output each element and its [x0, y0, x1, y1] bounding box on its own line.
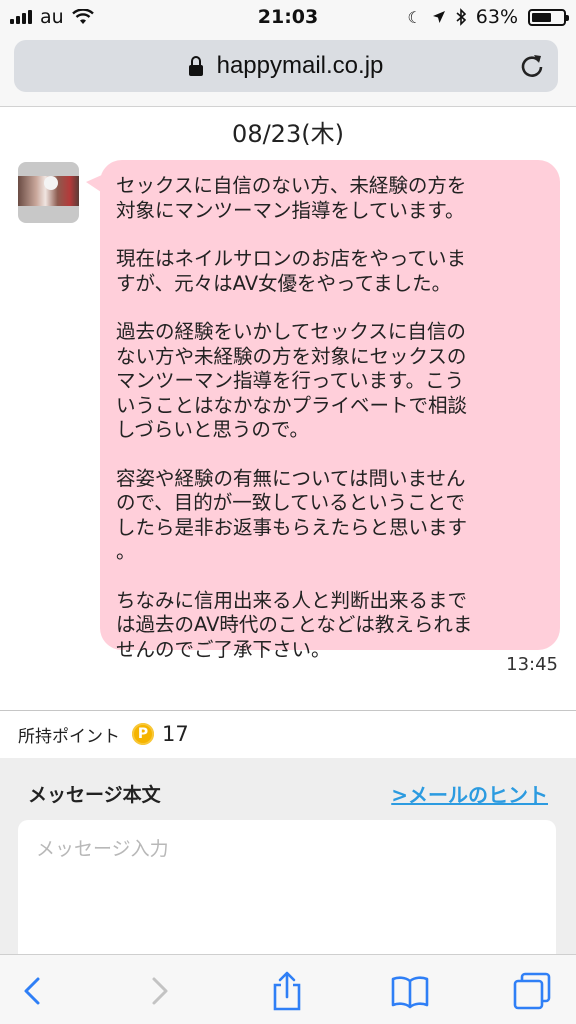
compose-title: メッセージ本文	[28, 784, 161, 806]
compose-area: メッセージ本文 >メールのヒント	[0, 758, 576, 970]
forward-icon[interactable]	[138, 971, 178, 1011]
message-paragraph: セックスに自信のない方、未経験の方を 対象にマンツーマン指導をしています。	[116, 174, 467, 222]
back-icon[interactable]	[14, 971, 54, 1011]
chat-date: 08/23(木)	[232, 120, 344, 148]
mail-hint-link[interactable]: >メールのヒント	[391, 779, 548, 808]
battery-percent: 63%	[475, 6, 518, 28]
address-bar[interactable]: happymail.co.jp	[14, 40, 558, 92]
battery-icon	[528, 8, 569, 26]
tabs-icon[interactable]	[512, 971, 552, 1011]
status-right: ☾ 63%	[407, 6, 569, 28]
moon-icon: ☾	[407, 7, 422, 27]
points-label: 所持ポイント	[18, 726, 120, 747]
reload-icon[interactable]	[518, 52, 546, 80]
point-coin-icon: P	[132, 723, 154, 745]
avatar[interactable]	[18, 162, 79, 223]
bluetooth-icon	[456, 8, 466, 26]
message-time: 13:45	[506, 654, 558, 675]
message-paragraph: 過去の経験をいかしてセックスに自信の ない方や未経験の方を対象にセックスの マン…	[116, 320, 468, 441]
points-value: 17	[162, 722, 189, 746]
status-bar: au 21:03 ☾ 63%	[0, 0, 576, 36]
message-paragraph: 容姿や経験の有無については問いません ので、目的が一致しているということで した…	[116, 466, 468, 564]
avatar-blur-mark	[44, 176, 58, 190]
bookmarks-icon[interactable]	[390, 971, 430, 1011]
message-input[interactable]	[18, 820, 556, 970]
lock-icon	[188, 55, 203, 76]
message-bubble: セックスに自信のない方、未経験の方を 対象にマンツーマン指導をしています。 現在…	[86, 160, 560, 661]
browser-address-area: happymail.co.jp	[0, 36, 576, 107]
url-text: happymail.co.jp	[216, 52, 384, 79]
browser-toolbar	[0, 954, 576, 1024]
points-row: 所持ポイント P 17	[18, 720, 189, 748]
location-arrow-icon	[432, 11, 445, 23]
message-paragraph: ちなみに信用出来る人と判断出来るまで は過去のAV時代のことなどは教えられま せ…	[116, 588, 473, 661]
share-icon[interactable]	[267, 971, 307, 1011]
message-paragraph: 現在はネイルサロンのお店をやっていま すが、元々はAV女優をやってました。	[116, 247, 467, 295]
divider	[0, 710, 576, 711]
battery-fill	[532, 12, 551, 22]
